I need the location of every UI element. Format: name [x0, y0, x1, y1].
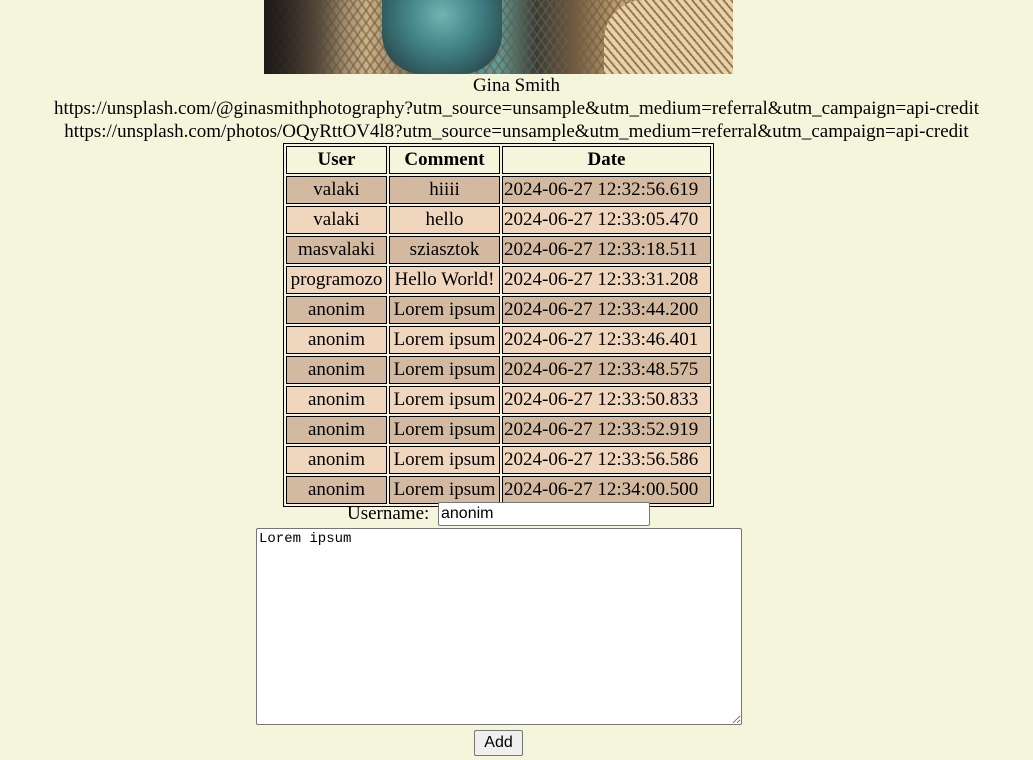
- header-date: Date: [502, 146, 711, 174]
- table-row: masvalaki sziasztok 2024-06-27 12:33:18.…: [286, 236, 711, 264]
- cell-comment: Lorem ipsum: [389, 326, 500, 354]
- table-row: valaki hiiii 2024-06-27 12:32:56.619: [286, 176, 711, 204]
- cell-comment: hiiii: [389, 176, 500, 204]
- cell-user: anonim: [286, 476, 387, 504]
- cell-date: 2024-06-27 12:33:48.575: [502, 356, 711, 384]
- table-row: anonim Lorem ipsum 2024-06-27 12:33:52.9…: [286, 416, 711, 444]
- table-row: anonim Lorem ipsum 2024-06-27 12:33:50.8…: [286, 386, 711, 414]
- cell-user: anonim: [286, 416, 387, 444]
- comment-textarea[interactable]: Lorem ipsum: [256, 528, 742, 725]
- cell-comment: sziasztok: [389, 236, 500, 264]
- header-comment: Comment: [389, 146, 500, 174]
- cell-comment: Lorem ipsum: [389, 416, 500, 444]
- gina-smith-photo: [264, 0, 733, 74]
- cell-date: 2024-06-27 12:33:56.586: [502, 446, 711, 474]
- cell-user: valaki: [286, 176, 387, 204]
- cell-comment: Lorem ipsum: [389, 386, 500, 414]
- cell-user: anonim: [286, 326, 387, 354]
- add-button[interactable]: Add: [474, 730, 523, 756]
- photo-figure-area: [382, 0, 502, 74]
- cell-date: 2024-06-27 12:33:18.511: [502, 236, 711, 264]
- cell-user: anonim: [286, 356, 387, 384]
- cell-comment: Lorem ipsum: [389, 476, 500, 504]
- cell-user: valaki: [286, 206, 387, 234]
- cell-user: anonim: [286, 296, 387, 324]
- cell-comment: Lorem ipsum: [389, 296, 500, 324]
- cell-date: 2024-06-27 12:33:05.470: [502, 206, 711, 234]
- cell-date: 2024-06-27 12:34:00.500: [502, 476, 711, 504]
- username-label: Username:: [347, 503, 430, 524]
- username-row: Username:: [0, 501, 1033, 528]
- cell-user: anonim: [286, 446, 387, 474]
- table-row: anonim Lorem ipsum 2024-06-27 12:34:00.5…: [286, 476, 711, 504]
- cell-date: 2024-06-27 12:33:50.833: [502, 386, 711, 414]
- cell-comment: Lorem ipsum: [389, 446, 500, 474]
- table-row: anonim Lorem ipsum 2024-06-27 12:33:46.4…: [286, 326, 711, 354]
- author-profile-url: https://unsplash.com/@ginasmithphotograp…: [53, 98, 980, 119]
- table-row: anonim Lorem ipsum 2024-06-27 12:33:48.5…: [286, 356, 711, 384]
- photo-wicker-area: [604, 0, 733, 74]
- table-row: anonim Lorem ipsum 2024-06-27 12:33:56.5…: [286, 446, 711, 474]
- cell-comment: Lorem ipsum: [389, 356, 500, 384]
- username-input[interactable]: [438, 502, 650, 526]
- cell-date: 2024-06-27 12:33:31.208: [502, 266, 711, 294]
- table-row: valaki hello 2024-06-27 12:33:05.470: [286, 206, 711, 234]
- table-row: programozo Hello World! 2024-06-27 12:33…: [286, 266, 711, 294]
- cell-comment: Hello World!: [389, 266, 500, 294]
- cell-date: 2024-06-27 12:32:56.619: [502, 176, 711, 204]
- table-header-row: User Comment Date: [286, 146, 711, 174]
- cell-user: programozo: [286, 266, 387, 294]
- cell-date: 2024-06-27 12:33:44.200: [502, 296, 711, 324]
- cell-date: 2024-06-27 12:33:46.401: [502, 326, 711, 354]
- comments-table: User Comment Date valaki hiiii 2024-06-2…: [283, 143, 714, 507]
- cell-user: masvalaki: [286, 236, 387, 264]
- photo-source-url: https://unsplash.com/photos/OQyRttOV4l8?…: [64, 121, 969, 142]
- photo-shadow-area: [264, 0, 344, 74]
- table-row: anonim Lorem ipsum 2024-06-27 12:33:44.2…: [286, 296, 711, 324]
- cell-date: 2024-06-27 12:33:52.919: [502, 416, 711, 444]
- cell-comment: hello: [389, 206, 500, 234]
- cell-user: anonim: [286, 386, 387, 414]
- photo-author-credit: Gina Smith: [472, 75, 561, 96]
- header-user: User: [286, 146, 387, 174]
